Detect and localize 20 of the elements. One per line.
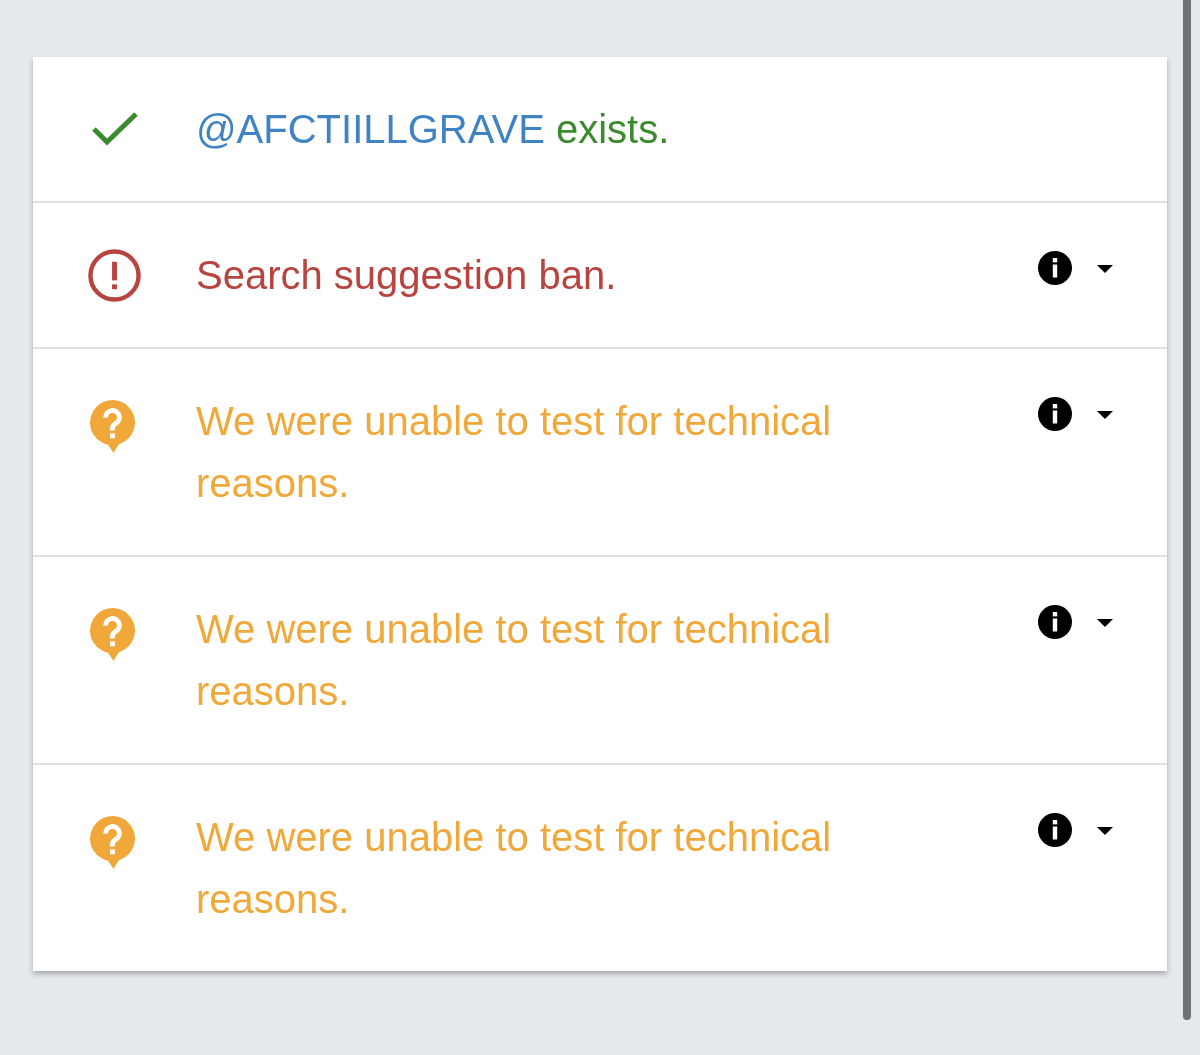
caret-icon[interactable] bbox=[1097, 411, 1113, 419]
question-bubble-icon bbox=[89, 815, 136, 869]
info-icon[interactable] bbox=[1038, 397, 1072, 431]
question-bubble-icon bbox=[89, 399, 136, 453]
caret-icon[interactable] bbox=[1097, 619, 1113, 627]
exclamation-circle-icon bbox=[88, 248, 141, 302]
caret-icon[interactable] bbox=[1097, 827, 1113, 835]
status-text: We were unable to test for technical reasons. bbox=[196, 814, 833, 923]
question-bubble-icon bbox=[89, 607, 136, 661]
check-icon bbox=[90, 111, 139, 147]
info-icon[interactable] bbox=[1038, 605, 1072, 639]
status-text: @AFCTIILLGRAVE exists. bbox=[196, 106, 671, 153]
status-text: Search suggestion ban. bbox=[196, 252, 618, 299]
info-icon[interactable] bbox=[1038, 813, 1072, 847]
status-text: We were unable to test for technical reasons. bbox=[196, 606, 833, 715]
caret-icon[interactable] bbox=[1097, 265, 1113, 273]
status-text: We were unable to test for technical reasons. bbox=[196, 398, 833, 507]
username-link[interactable]: @AFCTIILLGRAVE bbox=[196, 107, 545, 151]
info-icon[interactable] bbox=[1038, 251, 1072, 285]
scrollbar-thumb[interactable] bbox=[1183, 0, 1191, 1020]
